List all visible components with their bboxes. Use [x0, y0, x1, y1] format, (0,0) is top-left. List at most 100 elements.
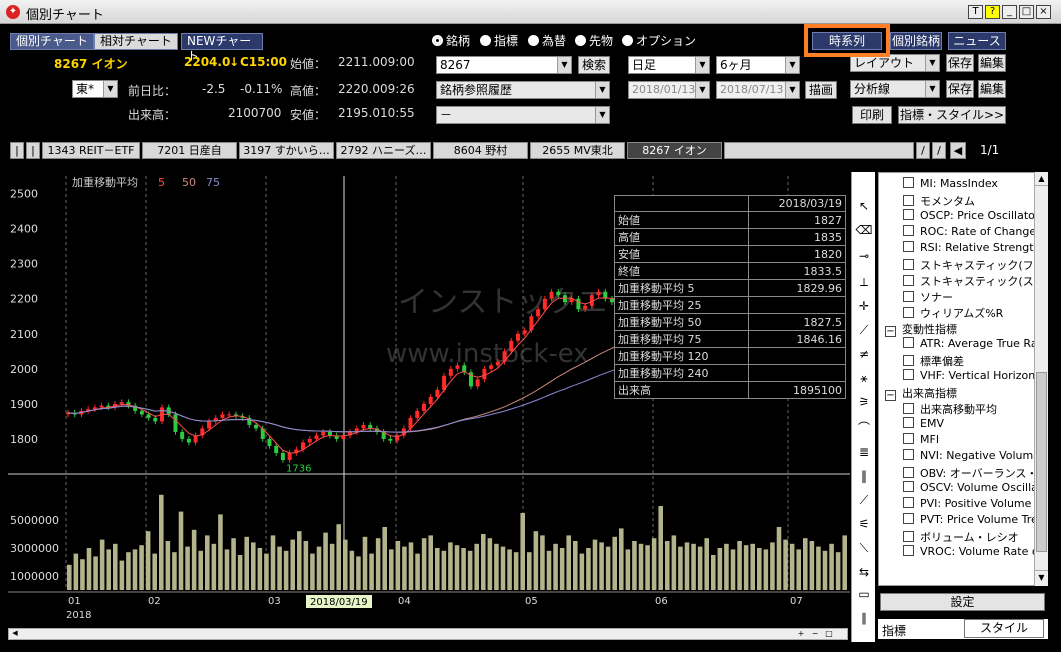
- horizontal-line-icon[interactable]: ⊸: [854, 246, 874, 266]
- radio-stock[interactable]: 銘柄: [432, 32, 470, 49]
- indicator-group[interactable]: − 出来高指標: [885, 385, 957, 401]
- scroll-left-icon[interactable]: ◀: [9, 629, 21, 639]
- checkbox-icon[interactable]: [903, 195, 914, 206]
- trend-line-icon[interactable]: ⟋: [854, 320, 874, 340]
- checkbox-icon[interactable]: [903, 369, 914, 380]
- radio-options[interactable]: オプション: [622, 32, 696, 49]
- checkbox-icon[interactable]: [903, 291, 914, 302]
- print-button[interactable]: 印刷: [852, 106, 892, 124]
- help-button[interactable]: ?: [985, 5, 1000, 19]
- range-select[interactable]: 6ヶ月 ▼: [716, 56, 800, 74]
- indicator-item[interactable]: NVI: Negative Volume: [903, 449, 1040, 462]
- arc-icon[interactable]: ⌒: [854, 418, 874, 438]
- collapse-icon[interactable]: −: [885, 326, 896, 337]
- scroll-down-icon[interactable]: ▼: [1035, 570, 1048, 584]
- search-button[interactable]: 検索: [578, 56, 610, 74]
- indicator-item[interactable]: ソナー: [903, 289, 953, 305]
- period-select[interactable]: 日足 ▼: [628, 56, 710, 74]
- stock-tab[interactable]: 2792 ハニーズ…: [336, 142, 431, 159]
- checkbox-icon[interactable]: [903, 307, 914, 318]
- tab-last-icon[interactable]: /: [932, 142, 946, 159]
- indicator-item[interactable]: ROC: Rate of Change: [903, 225, 1036, 238]
- indicator-item[interactable]: VHF: Vertical Horizontal: [903, 369, 1047, 382]
- stock-tab[interactable]: 3197 すかいら…: [239, 142, 334, 159]
- checkbox-icon[interactable]: [903, 467, 914, 478]
- layout-save-button[interactable]: 保存: [946, 54, 974, 72]
- checkbox-icon[interactable]: [903, 225, 914, 236]
- layout-edit-button[interactable]: 編集: [978, 54, 1006, 72]
- tab-individual-chart[interactable]: 個別チャート: [10, 33, 94, 50]
- indicator-item[interactable]: ストキャスティック(ファスト): [903, 257, 1047, 273]
- indicator-item[interactable]: 出来高移動平均: [903, 401, 997, 417]
- settings-button[interactable]: 設定: [880, 593, 1045, 611]
- tab-style[interactable]: スタイル: [964, 619, 1044, 638]
- indicator-item[interactable]: 標準偏差: [903, 353, 964, 369]
- eraser-icon[interactable]: ⌫: [854, 220, 874, 240]
- indicator-item[interactable]: PVI: Positive Volume: [903, 497, 1031, 510]
- tab-prev-icon[interactable]: |: [26, 142, 40, 159]
- checkbox-icon[interactable]: [903, 433, 914, 444]
- close-button[interactable]: ×: [1036, 5, 1051, 19]
- indicator-item[interactable]: EMV: [903, 417, 944, 430]
- radio-index[interactable]: 指標: [480, 32, 518, 49]
- radio-futures[interactable]: 先物: [575, 32, 613, 49]
- indicator-item[interactable]: モメンタム: [903, 193, 975, 209]
- tab-relative-chart[interactable]: 相対チャート: [94, 33, 178, 50]
- gann-fan-icon[interactable]: ⚟: [854, 514, 874, 534]
- regression-icon[interactable]: ⟍: [854, 538, 874, 558]
- indicator-item[interactable]: RSI: Relative Strength: [903, 241, 1041, 254]
- analysis-select[interactable]: 分析線 ▼: [850, 80, 940, 98]
- checkbox-icon[interactable]: [903, 403, 914, 414]
- exchange-select[interactable]: 東* ▼: [72, 80, 118, 98]
- fib-fan-icon[interactable]: ⚞: [854, 392, 874, 412]
- tab-next-icon[interactable]: /: [916, 142, 930, 159]
- indicator-item[interactable]: PVT: Price Volume Trend: [903, 513, 1047, 526]
- indicator-item[interactable]: OBV: オーバーランス・ボリューム: [903, 465, 1047, 481]
- history-select[interactable]: 銘柄参照履歴 ▼: [436, 81, 610, 99]
- blank-select[interactable]: － ▼: [436, 106, 610, 124]
- indicator-item[interactable]: ボリューム・レシオ: [903, 529, 1019, 545]
- indicator-style-button[interactable]: 指標・スタイル>>: [898, 106, 1006, 124]
- scroll-up-icon[interactable]: ▲: [1035, 172, 1048, 186]
- chart-horizontal-scrollbar[interactable]: ◀ + − □: [8, 628, 848, 640]
- channel-icon[interactable]: ≠: [854, 344, 874, 364]
- zoom-out-icon[interactable]: −: [809, 629, 821, 639]
- checkbox-icon[interactable]: [903, 449, 914, 460]
- indicator-item[interactable]: ATR: Average True Range: [903, 337, 1047, 350]
- indicator-item[interactable]: OSCV: Volume Oscillator: [903, 481, 1047, 494]
- checkbox-icon[interactable]: [903, 497, 914, 508]
- cross-line-icon[interactable]: ✛: [854, 296, 874, 316]
- vertical-line-icon[interactable]: ⟂: [854, 272, 874, 292]
- date-from-field[interactable]: 2018/01/13 ▼: [628, 81, 710, 99]
- parallel-icon[interactable]: ∥: [854, 608, 874, 628]
- checkbox-icon[interactable]: [903, 531, 914, 542]
- indicator-group[interactable]: − 変動性指標: [885, 321, 957, 337]
- collapse-icon[interactable]: −: [885, 390, 896, 401]
- stock-tab[interactable]: 7201 日産自: [142, 142, 237, 159]
- indicator-scrollbar[interactable]: ▲ ▼: [1034, 172, 1048, 586]
- maximize-button[interactable]: □: [1019, 5, 1034, 19]
- radio-forex[interactable]: 為替: [528, 32, 566, 49]
- stock-code-input[interactable]: 8267 ▼: [436, 56, 572, 74]
- draw-button[interactable]: 描画: [805, 81, 837, 99]
- cycle-icon[interactable]: ⇆: [854, 562, 874, 582]
- checkbox-icon[interactable]: [903, 177, 914, 188]
- checkbox-icon[interactable]: [903, 417, 914, 428]
- checkbox-icon[interactable]: [903, 337, 914, 348]
- checkbox-icon[interactable]: [903, 545, 914, 556]
- checkbox-icon[interactable]: [903, 259, 914, 270]
- indicator-item[interactable]: VROC: Volume Rate of Change: [903, 545, 1047, 558]
- indicator-item[interactable]: MFI: [903, 433, 939, 446]
- box-icon[interactable]: ▭: [854, 584, 874, 604]
- indicator-item[interactable]: ウィリアムズ%R: [903, 305, 1003, 321]
- stock-tab-active[interactable]: 8267 イオン: [627, 142, 722, 159]
- font-button[interactable]: T: [968, 5, 983, 19]
- indicator-item[interactable]: ストキャスティック(スロー): [903, 273, 1047, 289]
- individual-stock-button[interactable]: 個別銘柄: [890, 32, 942, 50]
- cursor-icon[interactable]: ↖: [854, 196, 874, 216]
- checkbox-icon[interactable]: [903, 355, 914, 366]
- indicator-item[interactable]: MI: MassIndex: [903, 177, 998, 190]
- tab-first-icon[interactable]: |: [10, 142, 24, 159]
- checkbox-icon[interactable]: [903, 241, 914, 252]
- analysis-edit-button[interactable]: 編集: [978, 80, 1006, 98]
